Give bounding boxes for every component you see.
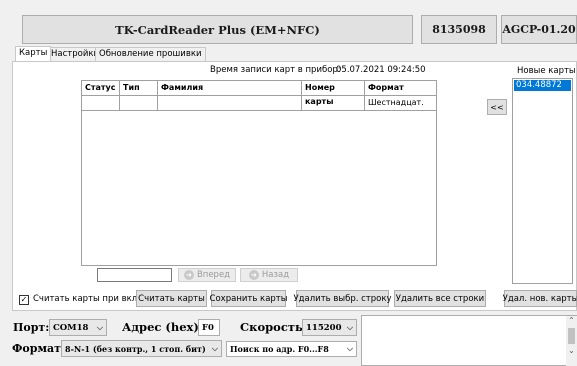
back-label: Назад	[261, 270, 290, 280]
forward-button[interactable]: ➜ Вперед	[178, 268, 236, 282]
search-mode-select[interactable]: Поиск по адр. F0...F8 ⌵	[226, 341, 357, 357]
column-header-surname[interactable]: Фамилия	[158, 81, 302, 96]
address-input[interactable]: F0	[198, 319, 220, 336]
write-time-label: Время записи карт в прибор:	[210, 65, 341, 75]
column-header-format[interactable]: Формат	[365, 81, 437, 96]
scroll-thumb[interactable]	[568, 328, 575, 344]
write-time-value: 05.07.2021 09:24:50	[336, 65, 426, 75]
log-textarea[interactable]	[361, 315, 577, 366]
table-cell-card-number[interactable]	[302, 96, 365, 111]
device-name-button[interactable]: TK-CardReader Plus (EM+NFC)	[22, 15, 413, 44]
new-cards-list[interactable]: 034.48872	[512, 78, 573, 284]
serial-number-button[interactable]: 8135098	[421, 15, 497, 44]
search-mode-value: Поиск по адр. F0...F8	[230, 344, 329, 354]
read-cards-button[interactable]: Считать карты	[136, 290, 207, 307]
delete-new-cards-button[interactable]: Удал. нов. карты	[503, 290, 577, 307]
format-select[interactable]: 8-N-1 (без контр., 1 стоп. бит) ⌵	[61, 340, 222, 357]
format-value: 8-N-1 (без контр., 1 стоп. бит)	[65, 343, 206, 354]
table-cell-type[interactable]	[120, 96, 158, 111]
port-value: COM18	[53, 322, 89, 333]
chevron-down-icon: ⌵	[96, 321, 103, 332]
search-input[interactable]	[97, 268, 172, 282]
column-header-card-number[interactable]: Номер карты	[302, 81, 365, 106]
address-label: Адрес (hex):	[122, 320, 204, 334]
scroll-up-icon[interactable]: ⌃	[566, 316, 577, 326]
read-on-start-checkbox[interactable]: ✓	[19, 295, 29, 305]
port-label: Порт:	[13, 321, 50, 334]
format-label: Формат:	[12, 342, 66, 355]
back-arrow-icon: ➜	[248, 270, 259, 280]
speed-select[interactable]: 115200 ⌵	[302, 319, 357, 336]
table-cell-format[interactable]: Шестнадцат.	[365, 96, 437, 111]
delete-all-rows-button[interactable]: Удалить все строки	[394, 290, 486, 307]
forward-label: Вперед	[196, 270, 231, 280]
forward-arrow-icon: ➜	[183, 270, 194, 280]
table-cell-surname[interactable]	[158, 96, 302, 111]
cards-table[interactable]: Статус Тип Фамилия Номер карты Формат Ше…	[81, 80, 437, 266]
chevron-down-icon: ⌵	[346, 321, 353, 332]
read-on-start-label: Считать карты при вкл.	[33, 294, 140, 304]
column-header-type[interactable]: Тип	[120, 81, 158, 96]
delete-selected-row-button[interactable]: Удалить выбр. строку	[293, 290, 392, 307]
scroll-down-icon[interactable]: ⌄	[566, 346, 577, 356]
column-header-status[interactable]: Статус	[82, 81, 120, 96]
tab-cards[interactable]: Карты	[15, 46, 52, 61]
log-scrollbar[interactable]: ⌃ ⌄	[566, 316, 577, 366]
table-cell-status[interactable]	[82, 96, 120, 111]
tab-firmware-update[interactable]: Обновление прошивки	[95, 47, 206, 61]
new-cards-title: Новые карты	[517, 66, 576, 76]
speed-label: Скорость:	[240, 320, 308, 334]
chevron-down-icon: ⌵	[346, 342, 353, 353]
save-cards-button[interactable]: Сохранить карты	[210, 290, 287, 307]
new-card-item[interactable]: 034.48872	[514, 80, 571, 91]
chevron-down-icon: ⌵	[211, 342, 218, 353]
speed-value: 115200	[306, 322, 342, 333]
move-card-button[interactable]: <<	[487, 99, 507, 115]
port-select[interactable]: COM18 ⌵	[49, 319, 107, 336]
back-button[interactable]: ➜ Назад	[240, 268, 298, 282]
firmware-version-button[interactable]: AGCP-01.20	[501, 15, 577, 44]
